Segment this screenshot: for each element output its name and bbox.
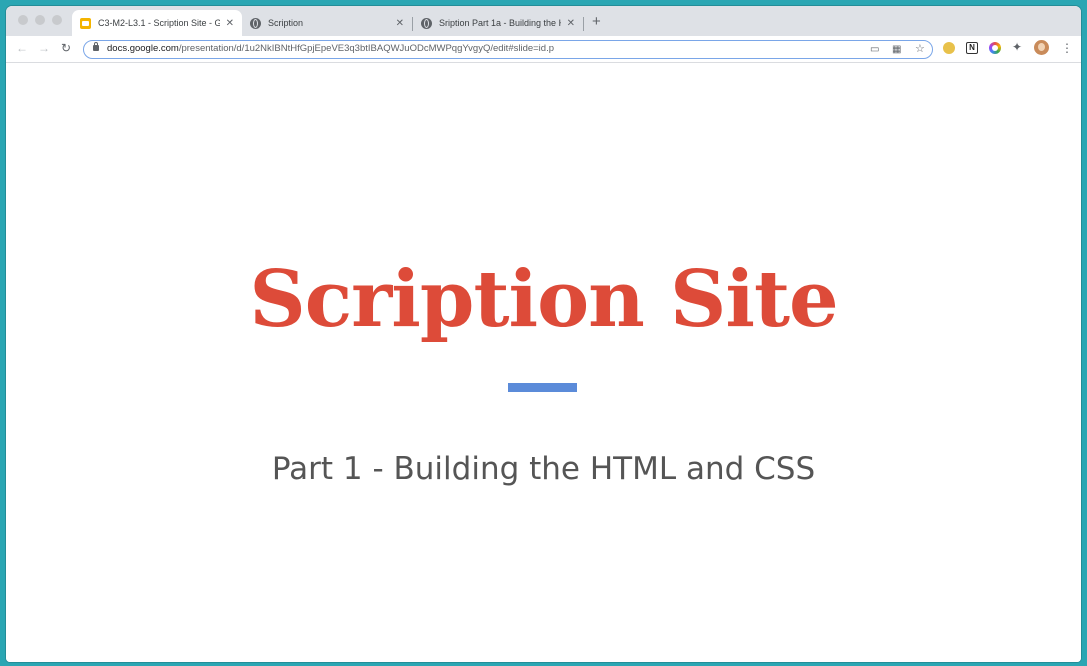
slide-title: Scription Site <box>249 254 838 345</box>
tab-title: Scription <box>268 18 304 28</box>
browser-window: C3-M2-L3.1 - Scription Site - G ✕ Script… <box>6 6 1081 662</box>
notion-extension-icon[interactable]: N <box>966 42 978 54</box>
window-controls <box>18 15 62 25</box>
minimize-window-button[interactable] <box>35 15 45 25</box>
cast-icon[interactable]: ▭ <box>870 44 879 55</box>
close-window-button[interactable] <box>18 15 28 25</box>
color-picker-extension-icon[interactable] <box>989 42 1001 54</box>
close-icon[interactable]: ✕ <box>396 18 404 29</box>
globe-icon <box>421 17 432 29</box>
tab-separator <box>583 17 584 31</box>
title-accent-bar <box>508 383 577 392</box>
presentation-slide: Scription Site Part 1 - Building the HTM… <box>6 63 1081 662</box>
close-icon[interactable]: ✕ <box>226 18 234 29</box>
extension-yellow-icon[interactable] <box>943 42 955 54</box>
close-icon[interactable]: ✕ <box>567 18 575 29</box>
slides-icon <box>80 17 91 29</box>
url-path: /presentation/d/1u2NkIBNtHfGpjEpeVE3q3bt… <box>178 43 554 54</box>
tab-scription[interactable]: Scription ✕ <box>242 10 412 36</box>
url-text[interactable]: docs.google.com/presentation/d/1u2NkIBNt… <box>107 43 554 54</box>
lock-icon <box>93 42 99 51</box>
bookmark-star-icon[interactable]: ☆ <box>915 44 925 55</box>
tab-slides[interactable]: C3-M2-L3.1 - Scription Site - G ✕ <box>72 10 242 36</box>
browser-toolbar: ← → ↻ docs.google.com/presentation/d/1u2… <box>6 36 1081 63</box>
extensions-puzzle-icon[interactable]: ✦ <box>1012 40 1022 54</box>
profile-avatar[interactable] <box>1034 40 1049 55</box>
maximize-window-button[interactable] <box>52 15 62 25</box>
forward-arrow-icon[interactable]: → <box>38 41 50 55</box>
tab-strip: C3-M2-L3.1 - Scription Site - G ✕ Script… <box>6 6 1081 36</box>
qr-code-icon[interactable]: ▦ <box>892 44 901 55</box>
tab-sription-part[interactable]: Sription Part 1a - Building the H ✕ <box>413 10 583 36</box>
slide-subtitle: Part 1 - Building the HTML and CSS <box>271 451 816 487</box>
tab-title: Sription Part 1a - Building the H <box>439 18 561 28</box>
reload-icon[interactable]: ↻ <box>61 41 71 55</box>
globe-icon <box>250 17 261 29</box>
new-tab-button[interactable]: + <box>592 14 601 29</box>
back-arrow-icon[interactable]: ← <box>16 41 28 55</box>
tab-title: C3-M2-L3.1 - Scription Site - G <box>98 18 220 28</box>
menu-dots-icon[interactable]: ⋮ <box>1061 41 1073 55</box>
address-bar[interactable]: docs.google.com/presentation/d/1u2NkIBNt… <box>83 40 933 59</box>
url-host: docs.google.com <box>107 43 179 54</box>
